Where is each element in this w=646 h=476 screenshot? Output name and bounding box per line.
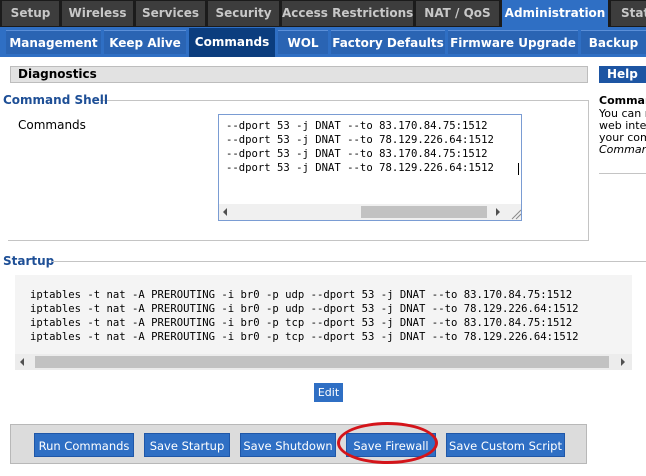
help-italic-text: Command (599, 143, 646, 156)
scroll-right-icon[interactable] (496, 208, 500, 216)
tab-services[interactable]: Services (136, 1, 205, 26)
subtab-management[interactable]: Management (6, 30, 101, 54)
startup-line: iptables -t nat -A PREROUTING -i br0 -p … (30, 289, 573, 301)
highlight-ellipse (337, 422, 438, 464)
scroll-left-icon[interactable] (223, 208, 227, 216)
command-shell-fieldset-top (100, 100, 589, 101)
commands-label: Commands (18, 118, 86, 132)
command-line: --dport 53 -j DNAT --to 78.129.226.64:15… (226, 134, 494, 146)
commands-textarea[interactable]: --dport 53 -j DNAT --to 83.170.84.75:151… (218, 114, 522, 221)
command-shell-fieldset-right (588, 100, 589, 240)
tab-nat-qos[interactable]: NAT / QoS (416, 1, 499, 26)
startup-hscrollbar[interactable] (15, 354, 632, 370)
subtab-backup[interactable]: Backup (581, 30, 646, 54)
subtab-factory-defaults[interactable]: Factory Defaults (331, 30, 445, 54)
startup-legend: Startup (3, 254, 55, 268)
startup-script-box: iptables -t nat -A PREROUTING -i br0 -p … (15, 275, 632, 370)
subtab-keep-alive[interactable]: Keep Alive (104, 30, 186, 54)
save-custom-script-button[interactable]: Save Custom Script (446, 433, 565, 457)
subtab-commands[interactable]: Commands (189, 28, 275, 57)
top-tab-bar: Setup Wireless Services Security Access … (0, 0, 646, 27)
text-cursor (518, 163, 519, 175)
startup-line: iptables -t nat -A PREROUTING -i br0 -p … (30, 317, 573, 329)
startup-fieldset-top (52, 261, 646, 262)
tab-wireless[interactable]: Wireless (62, 1, 133, 26)
subtab-firmware-upgrade[interactable]: Firmware Upgrade (448, 30, 578, 54)
tab-setup[interactable]: Setup (2, 1, 59, 26)
tab-security[interactable]: Security (208, 1, 279, 26)
help-panel: Comman You can ru web inter your comm Co… (599, 93, 646, 173)
edit-button[interactable]: Edit (314, 383, 343, 402)
command-shell-fieldset-bottom (8, 240, 589, 241)
help-divider (599, 173, 646, 174)
commands-hscrollbar[interactable] (219, 204, 506, 220)
command-line: --dport 53 -j DNAT --to 83.170.84.75:151… (226, 120, 488, 132)
help-title: Comman (599, 94, 646, 107)
tab-access-restrictions[interactable]: Access Restrictions (282, 1, 413, 26)
scroll-thumb[interactable] (35, 356, 609, 368)
command-line: --dport 53 -j DNAT --to 83.170.84.75:151… (226, 148, 488, 160)
page-title: Diagnostics (10, 66, 588, 83)
tab-administration[interactable]: Administration (502, 0, 608, 27)
scroll-thumb[interactable] (361, 206, 487, 218)
run-commands-button[interactable]: Run Commands (34, 433, 134, 457)
command-line: --dport 53 -j DNAT --to 78.129.226.64:15… (226, 162, 494, 174)
scroll-right-icon[interactable] (621, 358, 625, 366)
save-startup-button[interactable]: Save Startup (144, 433, 230, 457)
sub-tab-bar: Management Keep Alive Commands WOL Facto… (0, 27, 646, 57)
command-shell-legend: Command Shell (3, 93, 109, 107)
startup-line: iptables -t nat -A PREROUTING -i br0 -p … (30, 331, 579, 343)
scroll-left-icon[interactable] (20, 358, 24, 366)
resize-grip-icon[interactable] (506, 204, 521, 220)
save-shutdown-button[interactable]: Save Shutdown (240, 433, 336, 457)
startup-line: iptables -t nat -A PREROUTING -i br0 -p … (30, 303, 579, 315)
help-header: Help (599, 66, 646, 83)
subtab-wol[interactable]: WOL (278, 30, 328, 54)
tab-status[interactable]: Stat (611, 1, 646, 26)
